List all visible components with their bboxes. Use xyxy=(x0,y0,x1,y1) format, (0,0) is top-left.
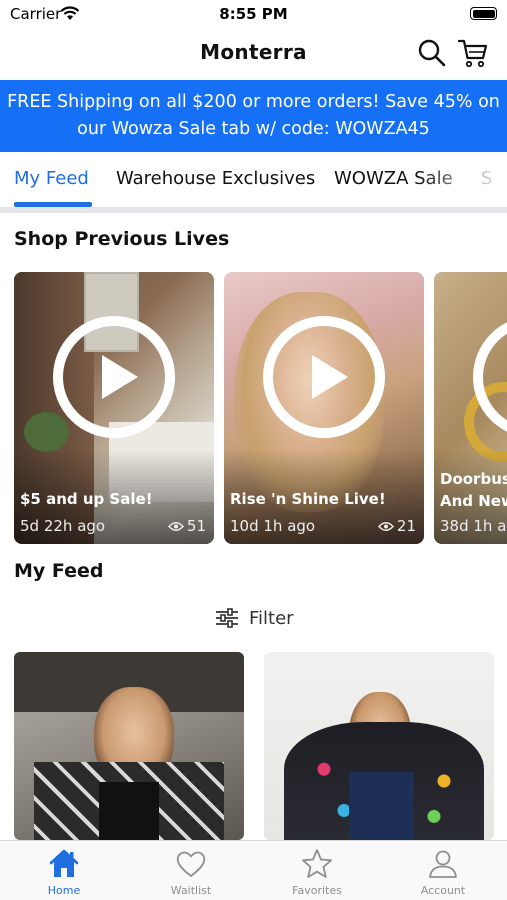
tabs-divider xyxy=(0,207,507,213)
tabbar-account[interactable]: Account xyxy=(393,847,493,897)
tabbar-label: Waitlist xyxy=(170,884,212,897)
tabs-fade xyxy=(417,152,507,208)
home-icon xyxy=(49,849,79,877)
product-image-top xyxy=(349,772,414,840)
live-views-value: 21 xyxy=(396,517,416,535)
live-view-count: 21 xyxy=(377,517,416,535)
live-title: Rise 'n Shine Live! xyxy=(230,490,386,508)
live-time-ago: 5d 22h ago xyxy=(20,517,106,535)
tabbar-label: Home xyxy=(47,884,81,897)
live-card[interactable]: Doorbus And New 38d 1h a xyxy=(434,272,507,544)
cart-icon[interactable] xyxy=(457,37,489,69)
live-card[interactable]: $5 and up Sale! 5d 22h ago 51 xyxy=(14,272,214,544)
live-time-ago: 10d 1h ago xyxy=(230,517,316,535)
feed-product-card[interactable] xyxy=(264,652,494,840)
tabbar-home[interactable]: Home xyxy=(14,847,114,897)
live-card[interactable]: Rise 'n Shine Live! 10d 1h ago 21 xyxy=(224,272,424,544)
tabbar-waitlist[interactable]: Waitlist xyxy=(141,847,241,897)
search-icon[interactable] xyxy=(417,38,447,68)
eye-icon xyxy=(167,521,184,531)
sliders-icon xyxy=(216,608,238,628)
tab-my-feed[interactable]: My Feed xyxy=(14,168,89,189)
tab-warehouse-exclusives[interactable]: Warehouse Exclusives xyxy=(116,168,315,189)
play-button[interactable] xyxy=(53,316,175,438)
status-time: 8:55 PM xyxy=(219,5,288,23)
bottom-tab-bar: Home Waitlist Favorites Account xyxy=(0,840,507,900)
promo-banner[interactable]: FREE Shipping on all $200 or more orders… xyxy=(0,80,507,152)
live-title: Doorbus And New xyxy=(440,470,507,510)
tabbar-label: Favorites xyxy=(292,884,342,897)
person-icon xyxy=(429,850,457,878)
eye-icon xyxy=(377,521,394,531)
filter-label: Filter xyxy=(249,607,294,629)
product-image-top xyxy=(99,782,159,840)
status-bar: Carrier 8:55 PM xyxy=(0,0,507,28)
category-tabs: My Feed Warehouse Exclusives WOWZA Sale … xyxy=(0,152,507,208)
play-button[interactable] xyxy=(263,316,385,438)
live-thumbnail-plant xyxy=(24,412,69,452)
play-icon xyxy=(312,355,348,399)
heart-icon xyxy=(176,851,206,877)
live-view-count: 51 xyxy=(167,517,206,535)
battery-icon xyxy=(470,7,497,20)
previous-lives-heading: Shop Previous Lives xyxy=(14,228,230,250)
nav-header: Monterra xyxy=(0,28,507,78)
live-time-ago: 38d 1h a xyxy=(440,517,507,535)
feed-heading: My Feed xyxy=(14,560,104,582)
tabbar-label: Account xyxy=(420,884,466,897)
live-views-value: 51 xyxy=(186,517,206,535)
play-icon xyxy=(102,355,138,399)
promo-banner-text: FREE Shipping on all $200 or more orders… xyxy=(7,92,500,139)
previous-lives-carousel[interactable]: $5 and up Sale! 5d 22h ago 51 Rise 'n Sh… xyxy=(14,272,507,544)
tabbar-favorites[interactable]: Favorites xyxy=(267,847,367,897)
filter-button[interactable]: Filter xyxy=(215,604,294,632)
star-icon xyxy=(302,849,332,878)
feed-product-card[interactable] xyxy=(14,652,244,840)
live-title: $5 and up Sale! xyxy=(20,490,153,508)
